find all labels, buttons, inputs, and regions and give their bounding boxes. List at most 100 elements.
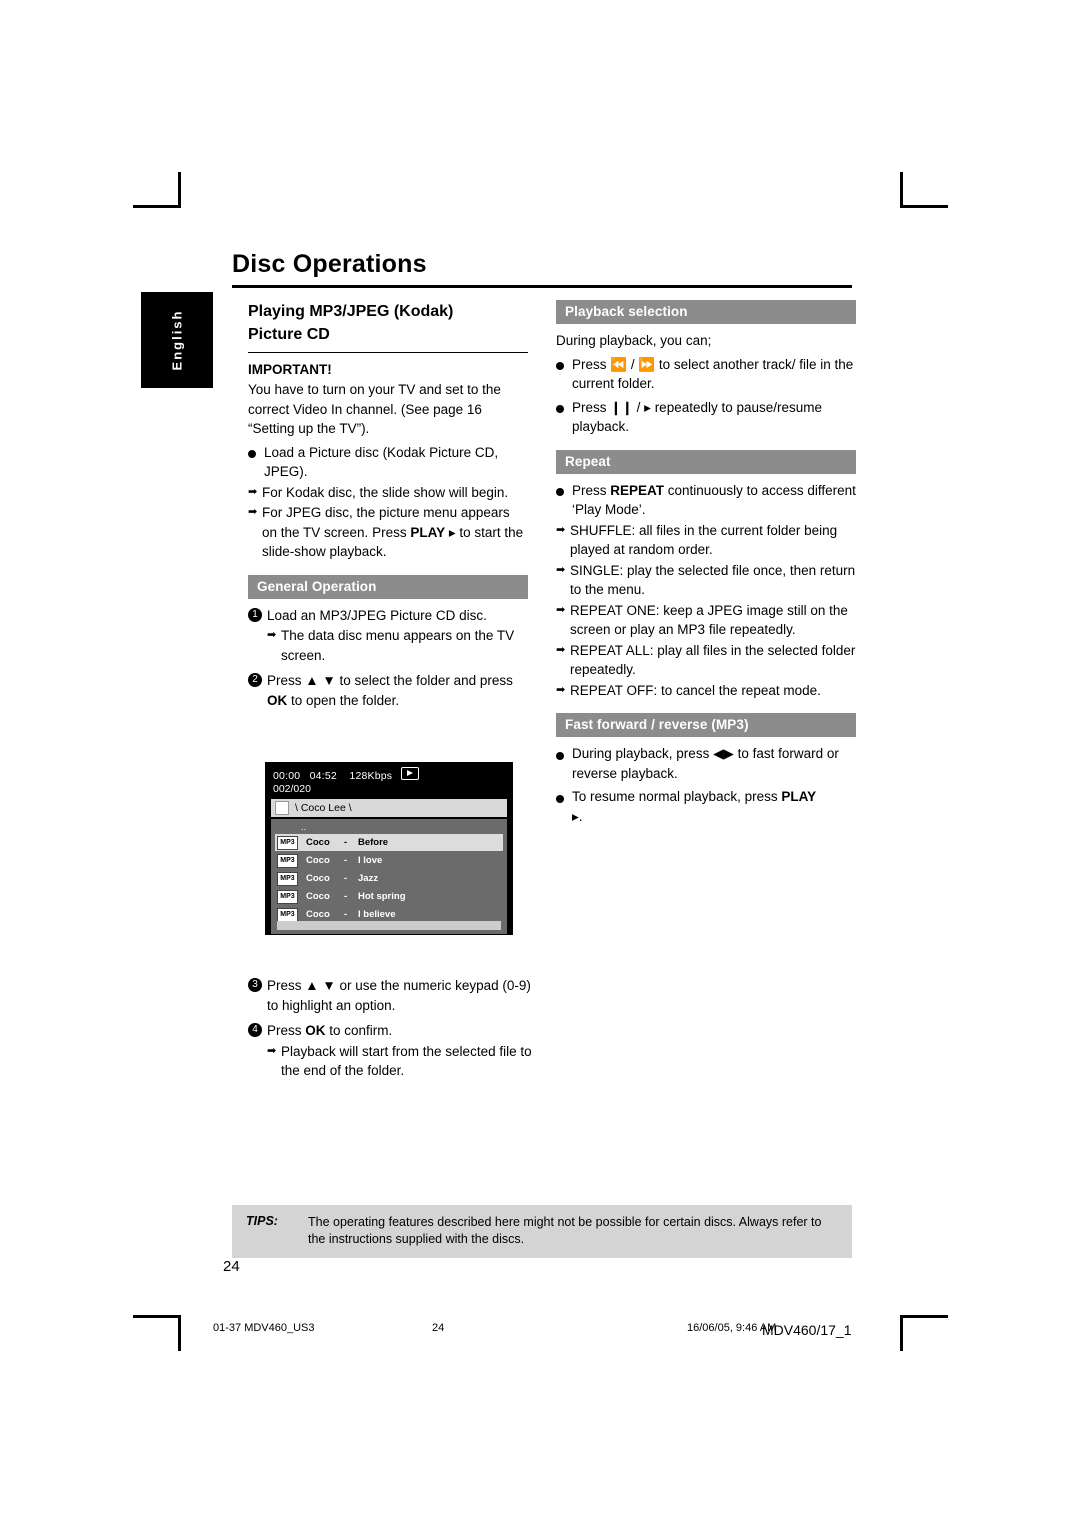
- list-item[interactable]: MP3 Coco - Jazz: [275, 870, 503, 887]
- play-triangle-icon: ▸: [448, 524, 456, 540]
- down-arrow-icon: ▼: [322, 673, 336, 688]
- arrow-right-icon: ➡: [556, 603, 566, 616]
- playback-intro-text: During playback, you can;: [556, 333, 712, 348]
- file-separator: -: [344, 855, 348, 866]
- crop-mark-br-h: [900, 1315, 948, 1318]
- screen-folder-path: \ Coco Lee \: [271, 799, 507, 817]
- arrow-shuffle: ➡ SHUFFLE: all files in the current fold…: [556, 521, 856, 560]
- step-number-badge: 3: [248, 976, 267, 1015]
- pause-icon: ❙❙: [610, 399, 633, 415]
- arrow-right-icon: ➡: [267, 1044, 277, 1057]
- screen-track-counter: 002/020: [273, 783, 311, 795]
- step-1-note: ➡ The data disc menu appears on the TV s…: [267, 626, 528, 665]
- bullet-text: Press ❙❙ / ▸ repeatedly to pause/resume …: [572, 399, 823, 435]
- mp3-icon: MP3: [277, 835, 298, 850]
- bullet-repeat-key: Press REPEAT continuously to access diff…: [556, 481, 856, 520]
- ok-key-label: OK: [305, 1023, 326, 1038]
- arrow-kodak-slideshow: ➡ For Kodak disc, the slide show will be…: [248, 483, 528, 503]
- language-tab: English: [141, 292, 213, 388]
- down-arrow-icon: ▼: [322, 978, 336, 993]
- step-text-part1: Press: [267, 978, 306, 993]
- page-number: 24: [223, 1258, 240, 1275]
- step-text: Press ▲ ▼ to select the folder and press…: [267, 671, 528, 710]
- footer-document-id: 01-37 MDV460_US3: [213, 1322, 315, 1334]
- bullet-icon: [556, 787, 572, 826]
- repeat-key-label: REPEAT: [610, 482, 665, 498]
- list-item[interactable]: MP3 Coco - Hot spring: [275, 888, 503, 905]
- up-arrow-icon: ▲: [305, 978, 319, 993]
- bullet-icon: [556, 744, 572, 783]
- ok-key-label: OK: [267, 692, 288, 708]
- step-text: Load an MP3/JPEG Picture CD disc.: [267, 607, 487, 623]
- footer-page-number: 24: [432, 1322, 445, 1334]
- bullet-load-picture-disc: Load a Picture disc (Kodak Picture CD, J…: [248, 443, 528, 482]
- file-artist: Coco: [306, 855, 330, 866]
- arrow-text: REPEAT ONE: keep a JPEG image still on t…: [570, 602, 848, 638]
- bullet-text-part1: During playback, press: [572, 746, 714, 761]
- page-title: Disc Operations: [232, 250, 427, 278]
- bullet-text: Press REPEAT continuously to access diff…: [572, 481, 856, 520]
- file-separator: -: [344, 891, 348, 902]
- crop-mark-br-v: [900, 1315, 903, 1351]
- step-text-part2: to confirm.: [325, 1023, 393, 1038]
- crop-mark-tr-h: [900, 205, 948, 208]
- screen-footer-bar: [277, 921, 501, 930]
- mp3-icon: MP3: [277, 853, 298, 868]
- list-item[interactable]: MP3 Coco - Before: [275, 834, 503, 851]
- subsection-bar-general-operation: General Operation: [248, 574, 528, 599]
- step-4: 4 Press OK to confirm.: [248, 1021, 533, 1041]
- bullet-text-part1: Press: [572, 482, 611, 498]
- bullet-text: During playback, press ◀▶ to fast forwar…: [572, 744, 856, 783]
- bullet-text-part1: Press: [572, 399, 611, 415]
- arrow-text: The data disc menu appears on the TV scr…: [281, 628, 515, 663]
- folder-icon: [275, 801, 289, 815]
- subsection-bar-fast-forward-reverse: Fast forward / reverse (MP3): [556, 713, 856, 737]
- section-heading-line2: Picture CD: [248, 326, 330, 343]
- play-status-icon: [401, 767, 420, 780]
- bullet-text: Load a Picture disc (Kodak Picture CD, J…: [264, 444, 499, 480]
- screen-elapsed-time: 00:00: [273, 770, 301, 782]
- mp3-icon: MP3: [277, 871, 298, 886]
- arrow-text: REPEAT ALL: play all files in the select…: [570, 642, 856, 678]
- crop-mark-bl-h: [133, 1315, 181, 1318]
- file-title: I believe: [358, 909, 396, 920]
- bullet-icon: [556, 398, 572, 437]
- bullet-text: To resume normal playback, press PLAY ▸.: [572, 787, 856, 826]
- step-number-badge: 2: [248, 671, 267, 710]
- file-title: Before: [358, 837, 389, 848]
- screen-file-list: .. MP3 Coco - Before MP3 Coco - I love M…: [271, 819, 507, 934]
- bullet-text-part2: .: [578, 808, 583, 824]
- step-text-part1: Press: [267, 673, 306, 688]
- up-arrow-icon: ▲: [305, 673, 319, 688]
- step-text-part3: to open the folder.: [287, 692, 400, 708]
- section-heading-mp3jpeg: Playing MP3/JPEG (Kodak) Picture CD: [248, 300, 528, 346]
- step-number-badge: 1: [248, 606, 267, 626]
- arrow-right-icon: ➡: [556, 643, 566, 656]
- section-heading-line1: Playing MP3/JPEG (Kodak): [248, 303, 454, 320]
- file-separator: -: [344, 873, 348, 884]
- file-artist: Coco: [306, 891, 330, 902]
- step-text-part1: Press: [267, 1023, 306, 1038]
- crop-mark-tl-v: [178, 172, 181, 208]
- mp3-icon: MP3: [277, 889, 298, 904]
- bullet-select-track: Press ⏪ / ⏩ to select another track/ fil…: [556, 355, 856, 394]
- right-column: Playback selection During playback, you …: [556, 300, 856, 826]
- step-text: Press OK to confirm.: [267, 1021, 533, 1041]
- list-item[interactable]: MP3 Coco - I love: [275, 852, 503, 869]
- language-tab-label: English: [169, 309, 185, 371]
- arrow-repeat-off: ➡ REPEAT OFF: to cancel the repeat mode.: [556, 681, 856, 701]
- file-separator: -: [344, 837, 348, 848]
- play-key-label: PLAY: [781, 789, 817, 804]
- arrow-repeat-all: ➡ REPEAT ALL: play all files in the sele…: [556, 641, 856, 680]
- arrow-right-icon: ➡: [556, 563, 566, 576]
- tips-label: TIPS:: [246, 1214, 278, 1228]
- footer-model-code: MDV460/17_1: [762, 1322, 852, 1338]
- arrow-text: REPEAT OFF: to cancel the repeat mode.: [570, 682, 821, 698]
- bullet-icon: [248, 443, 264, 482]
- file-artist: Coco: [306, 909, 330, 920]
- next-track-icon: ⏩: [638, 356, 656, 372]
- crop-mark-tr-v: [900, 172, 903, 208]
- left-column-continued: 3 Press ▲ ▼ or use the numeric keypad (0…: [248, 970, 533, 1081]
- important-label: IMPORTANT!: [248, 362, 332, 377]
- arrow-single: ➡ SINGLE: play the selected file once, t…: [556, 561, 856, 600]
